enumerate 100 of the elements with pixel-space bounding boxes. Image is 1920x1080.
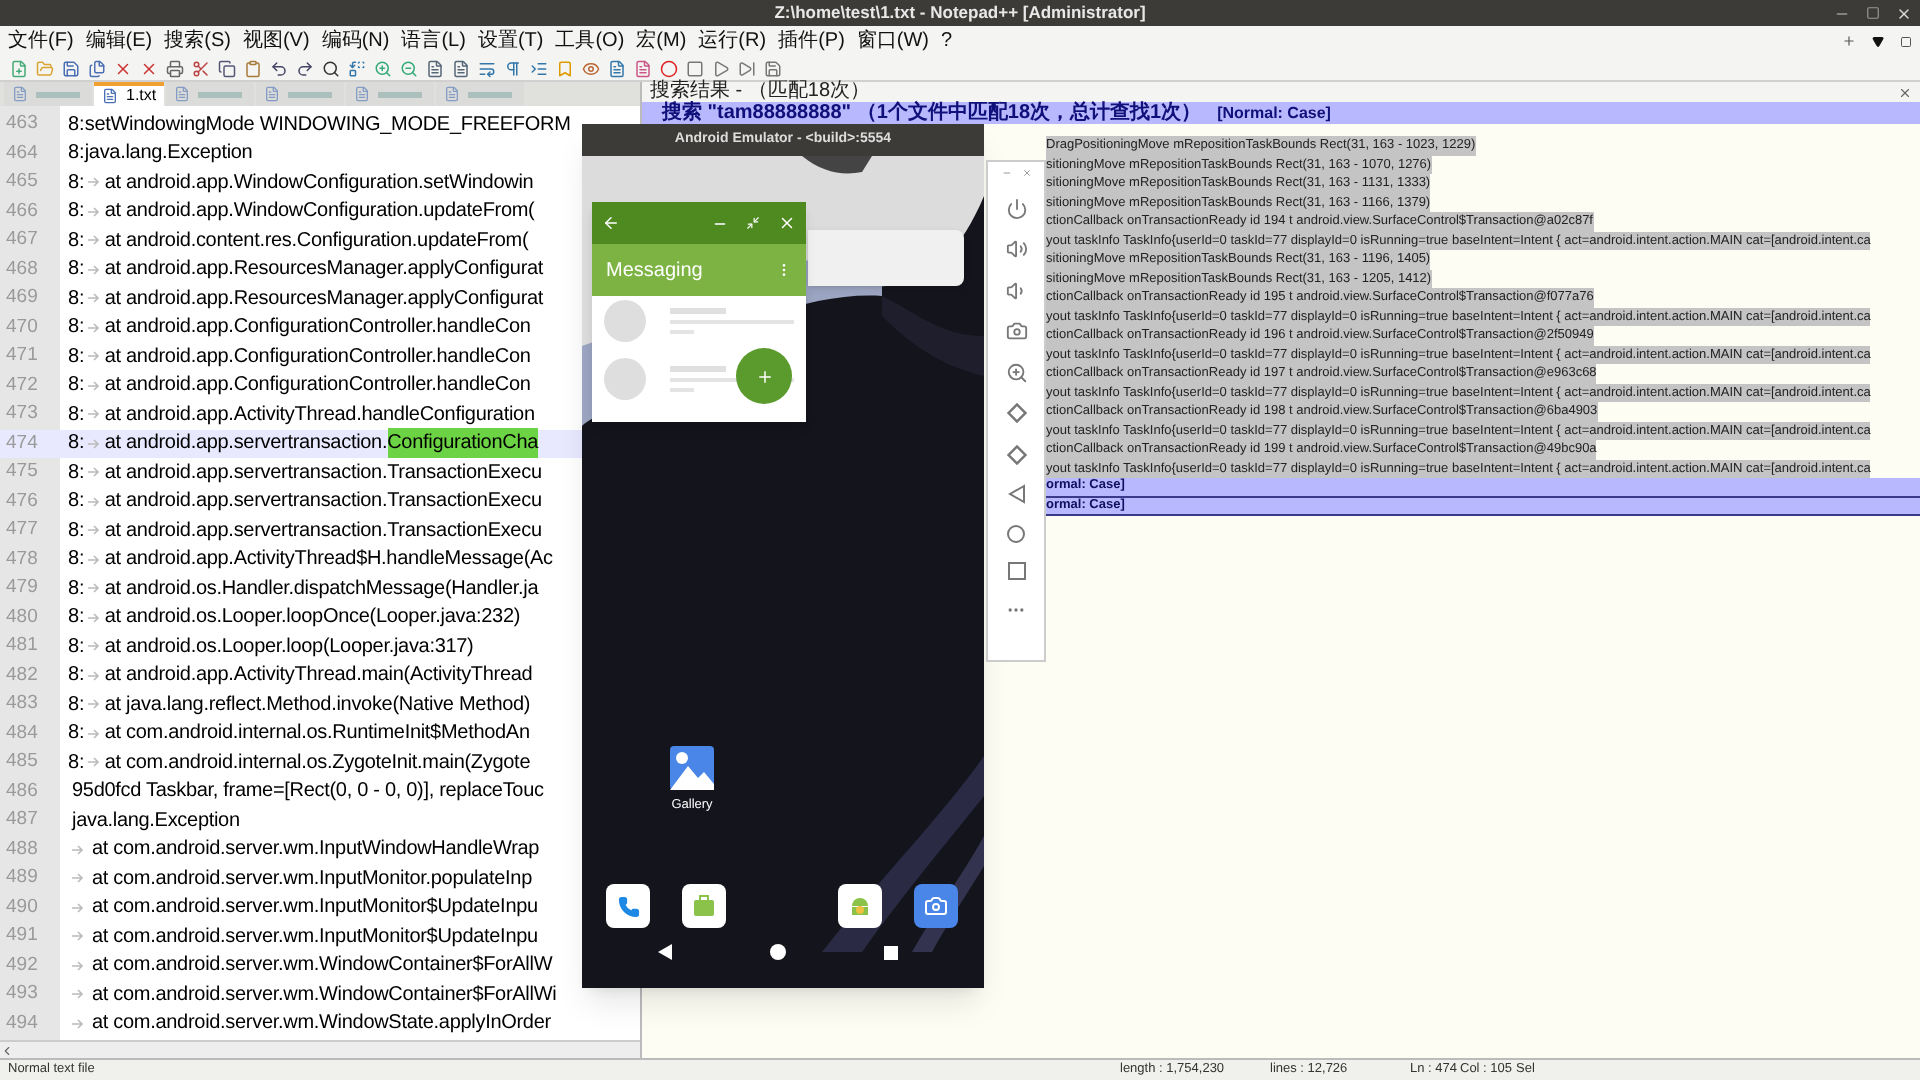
code-text: at android.app.ActivityThread$H.handleMessage(Ac (104, 546, 553, 575)
document-icon[interactable] (452, 59, 470, 77)
menu-item[interactable]: 文件(F) (8, 29, 74, 53)
file-icon (102, 88, 118, 104)
cut-icon[interactable] (192, 59, 210, 77)
print-icon[interactable] (166, 59, 184, 77)
line-prefix: 8: (68, 662, 85, 691)
search-summary: 搜索 "tam88888888" （1个文件中匹配18次，总计查找1次） (662, 102, 1202, 124)
line-number: 493 (4, 980, 40, 1009)
camera-app-icon[interactable] (914, 884, 958, 928)
redo-icon[interactable] (296, 59, 314, 77)
search-icon[interactable] (322, 59, 340, 77)
wrap-icon[interactable] (478, 59, 496, 77)
line-prefix: 8: (68, 749, 85, 778)
close-icon[interactable] (1898, 85, 1912, 99)
code-text: java.lang.Exception (84, 140, 253, 169)
menu-item[interactable]: 设置(T) (477, 29, 544, 53)
code-text: at com.android.server.wm.WindowContainer$ForAllWi (90, 981, 557, 1010)
tab[interactable]: 1.txt (94, 82, 165, 106)
android-app-icon[interactable] (838, 884, 882, 928)
menu-item[interactable]: 语言(L) (401, 29, 466, 53)
code-text: at com.android.server.wm.InputMonitor$UpdateInpu (90, 894, 538, 923)
line-number: 471 (4, 342, 40, 371)
line-prefix: 8: (68, 517, 85, 546)
record-icon[interactable] (660, 59, 678, 77)
play-icon[interactable] (712, 59, 730, 77)
horizontal-scrollbar[interactable] (0, 1040, 640, 1058)
paste-icon[interactable] (244, 59, 262, 77)
menu-item[interactable]: ? (941, 29, 953, 53)
eye-icon[interactable] (582, 59, 600, 77)
play-multiple-icon[interactable] (738, 59, 756, 77)
file-icon (174, 86, 191, 102)
code-text: java.lang.Exception (69, 807, 240, 836)
code-text: at com.android.server.wm.InputWindowHandleWrap (90, 836, 540, 865)
rotate-right-icon[interactable] (1005, 443, 1027, 465)
code-text: at com.android.server.wm.WindowState.applyInOrder (90, 1010, 551, 1039)
dropdown-icon[interactable] (1872, 35, 1884, 47)
zoom-out-icon[interactable] (400, 59, 418, 77)
gallery-icon[interactable] (670, 746, 714, 790)
phone-app-icon[interactable] (606, 884, 650, 928)
line-number: 467 (4, 226, 40, 255)
scroll-left-icon[interactable] (0, 1043, 14, 1057)
menu-item[interactable]: 工具(O) (555, 29, 625, 53)
compose-button[interactable] (736, 348, 792, 404)
new-file-icon[interactable] (10, 59, 28, 77)
app-title: Messaging (606, 257, 703, 285)
home-icon[interactable] (770, 944, 786, 960)
menu-item[interactable]: 编辑(E) (85, 29, 153, 53)
tab-label-placeholder (468, 91, 513, 97)
volume-down-icon[interactable] (1005, 279, 1027, 301)
back-icon[interactable] (658, 944, 672, 960)
file-icon (354, 86, 371, 102)
line-prefix: 8: (68, 459, 85, 488)
store-app-icon[interactable] (682, 884, 726, 928)
maximize-icon[interactable] (1866, 6, 1880, 20)
restore-icon[interactable] (1900, 35, 1912, 47)
volume-up-icon[interactable] (1005, 238, 1027, 260)
document-icon[interactable] (634, 59, 652, 77)
zoom-in-icon[interactable] (374, 59, 392, 77)
power-icon[interactable] (1005, 197, 1027, 219)
menu-item[interactable]: 插件(P) (778, 29, 845, 53)
menu-item[interactable]: 编码(N) (321, 29, 390, 53)
search-summary-row[interactable]: 搜索 "tam88888888" （1个文件中匹配18次，总计查找1次） [Normal: Case] (642, 102, 1920, 124)
line-number: 491 (4, 922, 40, 951)
save-all-icon[interactable] (88, 59, 106, 77)
code-text: at android.app.servertransaction. (104, 430, 388, 459)
pilcrow-icon[interactable] (504, 59, 522, 77)
line-number: 487 (4, 806, 40, 835)
replace-icon[interactable] (348, 59, 366, 77)
document-icon[interactable] (608, 59, 626, 77)
close-all-icon[interactable] (140, 59, 158, 77)
save-macro-icon[interactable] (764, 59, 782, 77)
zoom-icon[interactable] (1005, 361, 1027, 383)
code-text: at android.app.servertransaction.TransactionExecu (104, 517, 542, 546)
window-icon[interactable] (746, 216, 760, 230)
copy-icon[interactable] (218, 59, 236, 77)
line-number: 486 (4, 777, 40, 806)
indent-guide-icon[interactable] (530, 59, 548, 77)
menu-item[interactable]: 视图(V) (242, 29, 310, 53)
rotate-left-icon[interactable] (1005, 402, 1027, 424)
undo-icon[interactable] (270, 59, 288, 77)
document-icon[interactable] (426, 59, 444, 77)
line-prefix: 8: (68, 140, 85, 169)
line-prefix: 8: (68, 691, 85, 720)
line-number: 477 (4, 516, 40, 545)
tab-label-placeholder (378, 91, 423, 97)
save-icon[interactable] (62, 59, 80, 77)
line-number: 490 (4, 893, 40, 922)
file-icon (12, 86, 28, 102)
menu-item[interactable]: 搜索(S) (164, 29, 231, 53)
stop-icon[interactable] (686, 59, 704, 77)
close-icon[interactable] (114, 59, 132, 77)
line-number: 481 (4, 632, 40, 661)
menu-item[interactable]: 窗口(W) (856, 29, 930, 53)
plus-icon[interactable] (1842, 34, 1856, 48)
line-number: 489 (4, 864, 40, 893)
menu-item[interactable]: 运行(R) (698, 29, 767, 53)
code-text: at com.android.server.wm.WindowContainer$ForAllW (90, 952, 553, 981)
menu-item[interactable]: 宏(M) (636, 29, 687, 53)
camera-icon[interactable] (1005, 320, 1027, 342)
